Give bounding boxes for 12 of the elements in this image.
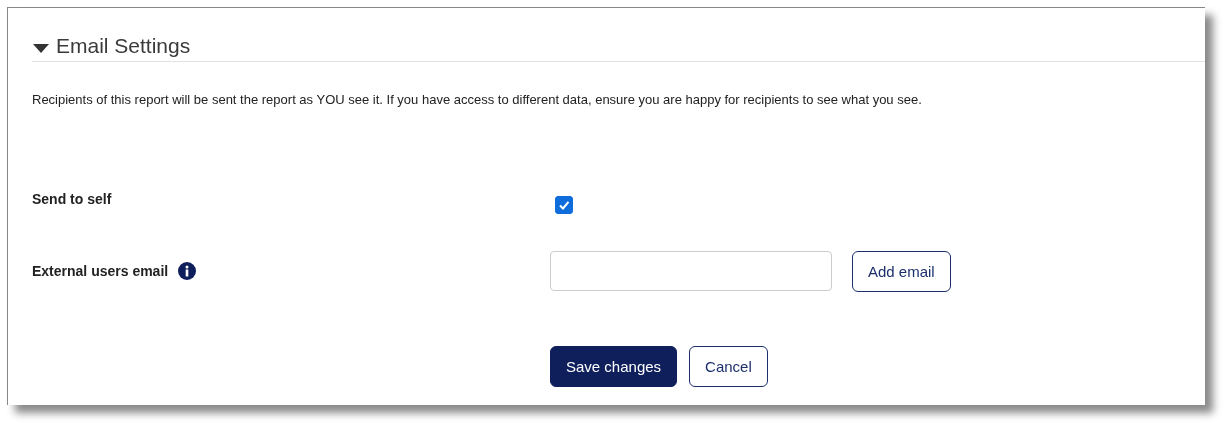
checkmark-icon [557, 198, 571, 212]
notice-text: Recipients of this report will be sent the report as YOU see it. If you have access to different data, ensure you are happy for recipients to see what you see. [32, 92, 923, 107]
email-input-field[interactable] [550, 251, 832, 291]
info-icon[interactable] [178, 262, 197, 280]
caret-icon [32, 41, 50, 54]
field-label: External users email [32, 263, 169, 279]
checkbox[interactable] [555, 196, 573, 214]
section-heading[interactable]: Email Settings [32, 34, 191, 58]
cancel-button[interactable]: Cancel [689, 346, 768, 387]
save-button[interactable]: Save changes [550, 346, 678, 387]
add-email-button[interactable]: Add email [852, 250, 951, 292]
field-label: Send to self [32, 191, 112, 207]
